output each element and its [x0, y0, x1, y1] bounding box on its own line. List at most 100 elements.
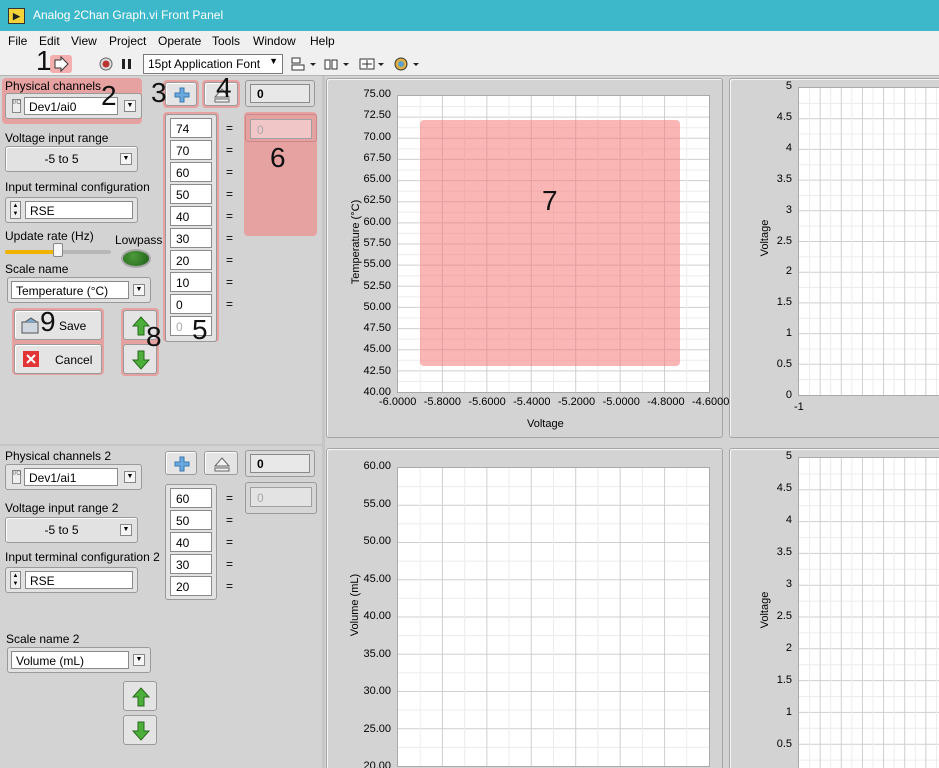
array-cell[interactable]: 10 [170, 272, 212, 292]
temperature-y-tick: 72.50 [363, 109, 391, 122]
menu-help[interactable]: Help [310, 34, 335, 48]
volume-y-tick: 55.00 [363, 497, 391, 510]
array-cell[interactable]: 74 [170, 118, 212, 138]
array-cell[interactable]: 40 [170, 206, 212, 226]
chevron-down-icon[interactable]: ▼ [133, 284, 145, 296]
temperature-y-tick: 60.00 [363, 215, 391, 228]
chevron-down-icon[interactable]: ▼ [120, 153, 132, 165]
voltage-range-2-label: Voltage input range 2 [5, 501, 119, 515]
voltage-plot-area-1[interactable] [798, 87, 939, 396]
align-objects-button[interactable] [290, 55, 318, 73]
temperature-x-label: Voltage [527, 418, 564, 430]
font-selector[interactable]: 15pt Application Font ▼ [143, 54, 283, 74]
physical-channels-control[interactable]: I/O Dev1/ai0 ▼ [5, 93, 142, 119]
calibration-array-1: 74 70 60 50 40 30 20 10 0 0 [165, 114, 217, 342]
pause-button[interactable] [120, 55, 134, 73]
temperature-x-tick: -4.8000 [647, 396, 685, 408]
cancel-label: Cancel [55, 353, 93, 367]
array-cell[interactable]: 50 [170, 184, 212, 204]
grid-lines [398, 468, 709, 766]
eject-2-button[interactable] [204, 451, 238, 475]
physical-channels-2-control[interactable]: I/O Dev1/ai1 ▼ [5, 464, 142, 490]
voltage2-y-tick: 1 [785, 706, 792, 718]
update-rate-slider-knob[interactable] [53, 243, 63, 257]
reorder-button[interactable] [393, 55, 421, 73]
array-cell[interactable]: 60 [170, 162, 212, 182]
array-index-value: 0 [257, 87, 264, 101]
chevron-down-icon[interactable]: ▼ [124, 471, 136, 483]
array-cell[interactable]: 20 [170, 250, 212, 270]
voltage2-y-tick: 5 [785, 450, 792, 462]
voltage1-y-tick: 4.5 [776, 110, 792, 123]
array-cell[interactable]: 30 [170, 228, 212, 248]
add-button[interactable] [165, 82, 197, 106]
add-2-button[interactable] [165, 451, 197, 475]
run-button[interactable] [50, 55, 72, 73]
voltage-plot-area-2[interactable] [798, 457, 939, 768]
array-cell[interactable]: 30 [170, 554, 212, 574]
terminal-config-2-control[interactable]: ▲ ▼ RSE [5, 567, 138, 593]
temperature-y-tick: 45.00 [363, 343, 391, 356]
plus-icon [174, 456, 190, 472]
menu-operate[interactable]: Operate [158, 34, 201, 48]
voltage-range-select[interactable]: -5 to 5 ▼ [5, 146, 138, 172]
distribute-icon [324, 59, 349, 70]
array-cell[interactable]: 50 [170, 510, 212, 530]
temperature-y-tick: 75.00 [363, 88, 391, 100]
move-down-2-button[interactable] [123, 715, 157, 745]
abort-button[interactable] [97, 55, 115, 73]
menu-project[interactable]: Project [109, 34, 146, 48]
temperature-x-tick: -4.6000 [692, 396, 730, 408]
toolbar: 15pt Application Font ▼ [0, 51, 939, 76]
chevron-down-icon[interactable]: ▼ [124, 100, 136, 112]
menu-view[interactable]: View [71, 34, 97, 48]
voltage-y-label-2: Voltage [759, 591, 771, 629]
save-button[interactable]: Save [14, 310, 102, 340]
temperature-y-tick: 55.00 [363, 258, 391, 271]
array-cell[interactable]: 0 [170, 294, 212, 314]
font-selector-value: 15pt Application Font [148, 57, 261, 71]
terminal-config-control[interactable]: ▲ ▼ RSE [5, 197, 138, 223]
temperature-x-tick: -5.6000 [468, 396, 506, 408]
voltage-graph-1: Voltage 5 4.5 4 3.5 3 2.5 2 1.5 1 0.5 0 -1 [729, 78, 939, 438]
align-icon [291, 57, 316, 71]
volume-y-tick: 60.00 [363, 460, 391, 472]
voltage2-y-tick: 3.5 [776, 546, 792, 558]
scale-name-label: Scale name [5, 262, 69, 276]
scale-name-control[interactable]: Temperature (°C) ▼ [7, 277, 151, 303]
spinner-icon[interactable]: ▲ ▼ [10, 571, 21, 589]
move-up-2-button[interactable] [123, 681, 157, 711]
distribute-objects-button[interactable] [323, 55, 351, 73]
terminal-config-value: RSE [30, 204, 55, 218]
cancel-button[interactable]: Cancel [14, 344, 102, 374]
menu-tools[interactable]: Tools [212, 34, 240, 48]
scale-name-2-control[interactable]: Volume (mL) ▼ [7, 647, 151, 673]
callout-9: 9 [40, 306, 56, 337]
array-cell[interactable]: 40 [170, 532, 212, 552]
resize-objects-button[interactable] [358, 55, 386, 73]
arrow-down-icon [132, 350, 150, 370]
chevron-down-icon[interactable]: ▼ [133, 654, 145, 666]
volume-plot-area[interactable] [397, 467, 710, 767]
chevron-down-icon[interactable]: ▼ [120, 524, 132, 536]
voltage-range-2-value: -5 to 5 [44, 523, 79, 537]
lowpass-led[interactable] [121, 249, 151, 268]
array-cell[interactable]: 20 [170, 576, 212, 596]
array-cell[interactable]: 70 [170, 140, 212, 160]
spinner-icon[interactable]: ▲ ▼ [10, 201, 21, 219]
menu-window[interactable]: Window [253, 34, 296, 48]
plus-icon [174, 87, 190, 103]
menu-file[interactable]: File [8, 34, 27, 48]
temperature-y-tick: 67.50 [363, 151, 391, 164]
voltage-range-2-select[interactable]: -5 to 5 ▼ [5, 517, 138, 543]
volume-y-tick: 35.00 [363, 647, 391, 660]
voltage1-y-tick: 1 [785, 327, 792, 340]
array-cell[interactable]: 60 [170, 488, 212, 508]
pause-icon [122, 59, 131, 69]
callout-3: 3 [151, 77, 167, 108]
resize-icon [359, 58, 384, 70]
voltage1-y-tick: 3 [785, 203, 792, 216]
scale-name-value: Temperature (°C) [16, 284, 109, 298]
calibration-array-2: 60 50 40 30 20 [165, 484, 217, 600]
output-array-1: 0 [245, 114, 317, 142]
